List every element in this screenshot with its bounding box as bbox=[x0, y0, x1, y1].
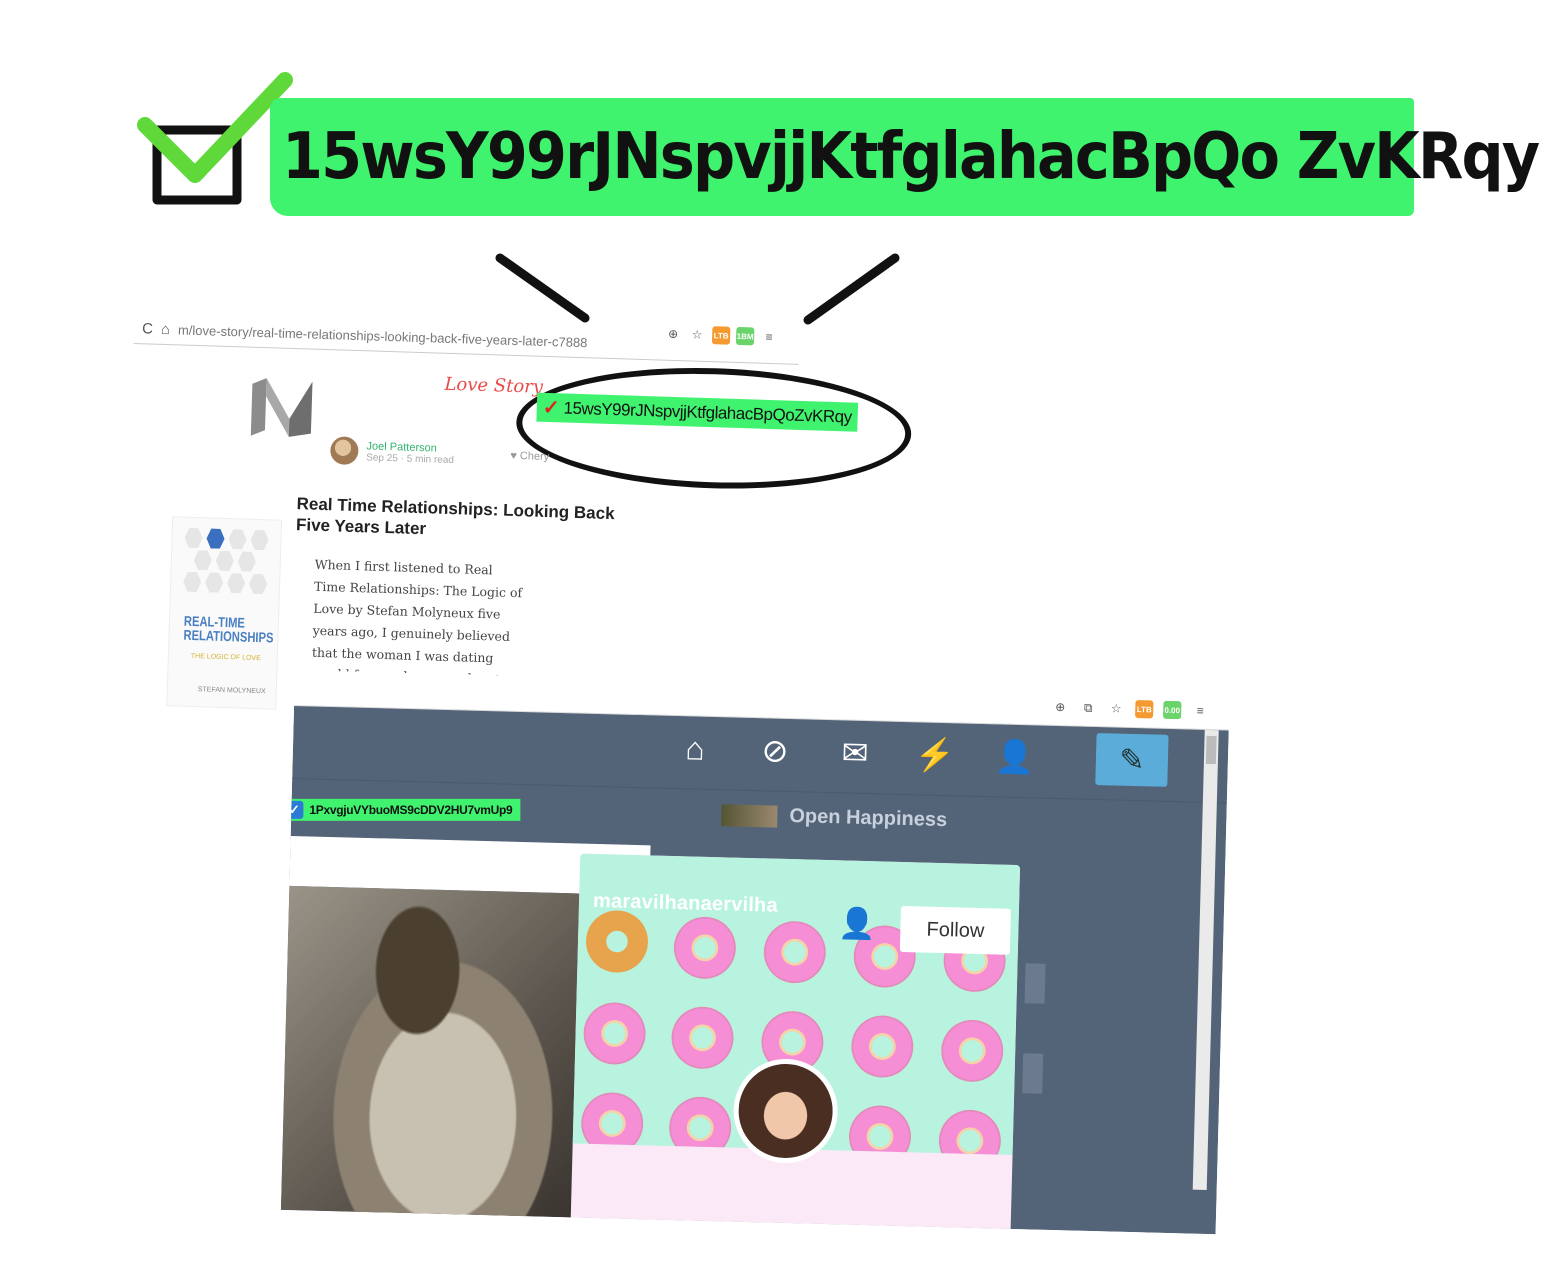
activity-lightning-icon[interactable]: ⚡ bbox=[912, 732, 957, 777]
compass-icon[interactable]: ⊘ bbox=[752, 728, 797, 773]
extension-badge-ltb[interactable]: LTB bbox=[711, 326, 731, 345]
address-chip: ✓ 1PxvgjuVYbuoMS9cDDV2HU7vmUp9 bbox=[283, 798, 521, 821]
extension-badge-ltb[interactable]: LTB bbox=[1135, 700, 1154, 719]
medium-logo-icon bbox=[250, 378, 313, 437]
scrollbar-thumb[interactable] bbox=[1205, 735, 1217, 765]
dashboard: ⌂ ⊘ ✉ ⚡ 👤 ✎ ✓ 1PxvgjuVYbuoMS9cDDV2HU7vmU… bbox=[280, 705, 1229, 1235]
check-icon: ✓ bbox=[542, 396, 560, 420]
post-title: Real Time Relationships: Looking Back Fi… bbox=[295, 494, 615, 539]
home-icon[interactable]: ⌂ bbox=[161, 321, 171, 338]
star-icon[interactable]: ☆ bbox=[688, 325, 707, 344]
post-meta: Sep 25 · 5 min read bbox=[365, 451, 455, 466]
url-text[interactable]: m/love-story/real-time-relationships-loo… bbox=[178, 322, 588, 350]
reload-icon[interactable]: C bbox=[142, 320, 153, 337]
extension-icons: ⊕ ⧉ ☆ LTB 0.00 ≡ bbox=[1051, 698, 1209, 720]
author-avatar[interactable] bbox=[329, 436, 359, 466]
translate-icon[interactable]: ⧉ bbox=[1079, 699, 1097, 717]
account-icon[interactable]: 👤 bbox=[992, 734, 1037, 779]
blog-name[interactable]: maravilhanaervilha bbox=[593, 890, 778, 918]
person-icon[interactable]: 👤 bbox=[838, 906, 876, 942]
recommender-name[interactable]: Chery bbox=[520, 450, 550, 463]
banner-address: 15wsY99rJNspvjjKtfglahacBpQo ZvKRqy bbox=[282, 120, 1540, 194]
book-subtitle: THE LOGIC OF LOVE bbox=[190, 652, 261, 663]
checkbox-icon: ✓ bbox=[285, 800, 304, 819]
address-chip-text: 15wsY99rJNspvjjKtfglahacBpQoZvKRqy bbox=[563, 398, 852, 427]
side-tab[interactable] bbox=[1022, 1053, 1044, 1094]
blog-list-item[interactable]: Open Happiness bbox=[721, 803, 947, 832]
blog-list-item-label: Open Happiness bbox=[789, 804, 948, 832]
star-icon[interactable]: ☆ bbox=[1107, 699, 1125, 717]
menu-icon[interactable]: ≡ bbox=[1191, 701, 1209, 719]
menu-icon[interactable]: ≡ bbox=[760, 328, 779, 347]
zoom-icon[interactable]: ⊕ bbox=[664, 325, 683, 344]
dashboard-screenshot: ⊕ ⧉ ☆ LTB 0.00 ≡ ⌂ ⊘ ✉ ⚡ 👤 ✎ ✓ 1PxvgjuVY… bbox=[280, 670, 1230, 1235]
heart-icon: ♥ bbox=[510, 449, 521, 463]
author-block: Joel Patterson Sep 25 · 5 min read bbox=[329, 436, 455, 468]
publication-logo: Love Story bbox=[444, 373, 544, 398]
mail-icon[interactable]: ✉ bbox=[832, 730, 877, 775]
side-tab[interactable] bbox=[1024, 963, 1046, 1004]
extension-badge-green[interactable]: 1BM bbox=[735, 326, 755, 346]
blog-thumbnail bbox=[721, 803, 778, 828]
address-chip-text: 1PxvgjuVYbuoMS9cDDV2HU7vmUp9 bbox=[309, 802, 513, 817]
stage: 15wsY99rJNspvjjKtfglahacBpQo ZvKRqy C ⌂ … bbox=[0, 0, 1542, 1281]
compose-pencil-button[interactable]: ✎ bbox=[1095, 733, 1169, 787]
extension-icons: ⊕ ☆ LTB 1BM ≡ bbox=[664, 325, 779, 347]
blog-profile-card: maravilhanaervilha 👤 Follow bbox=[570, 853, 1021, 1235]
extension-badge-balance[interactable]: 0.00 bbox=[1163, 700, 1182, 720]
zoom-icon[interactable]: ⊕ bbox=[1051, 698, 1069, 716]
home-icon[interactable]: ⌂ bbox=[673, 726, 718, 771]
book-cover: REAL-TIME RELATIONSHIPS THE LOGIC OF LOV… bbox=[166, 516, 283, 710]
side-tabs bbox=[1021, 963, 1046, 1143]
address-banner: 15wsY99rJNspvjjKtfglahacBpQo ZvKRqy bbox=[270, 98, 1540, 216]
recommended-by: ♥ Chery bbox=[510, 450, 549, 463]
follow-button[interactable]: Follow bbox=[899, 905, 1011, 955]
book-author: STEFAN MOLYNEUX bbox=[197, 686, 266, 696]
book-title: REAL-TIME RELATIONSHIPS bbox=[183, 612, 274, 646]
post-photo[interactable] bbox=[280, 885, 580, 1218]
top-nav: ⌂ ⊘ ✉ ⚡ 👤 bbox=[673, 726, 1038, 780]
